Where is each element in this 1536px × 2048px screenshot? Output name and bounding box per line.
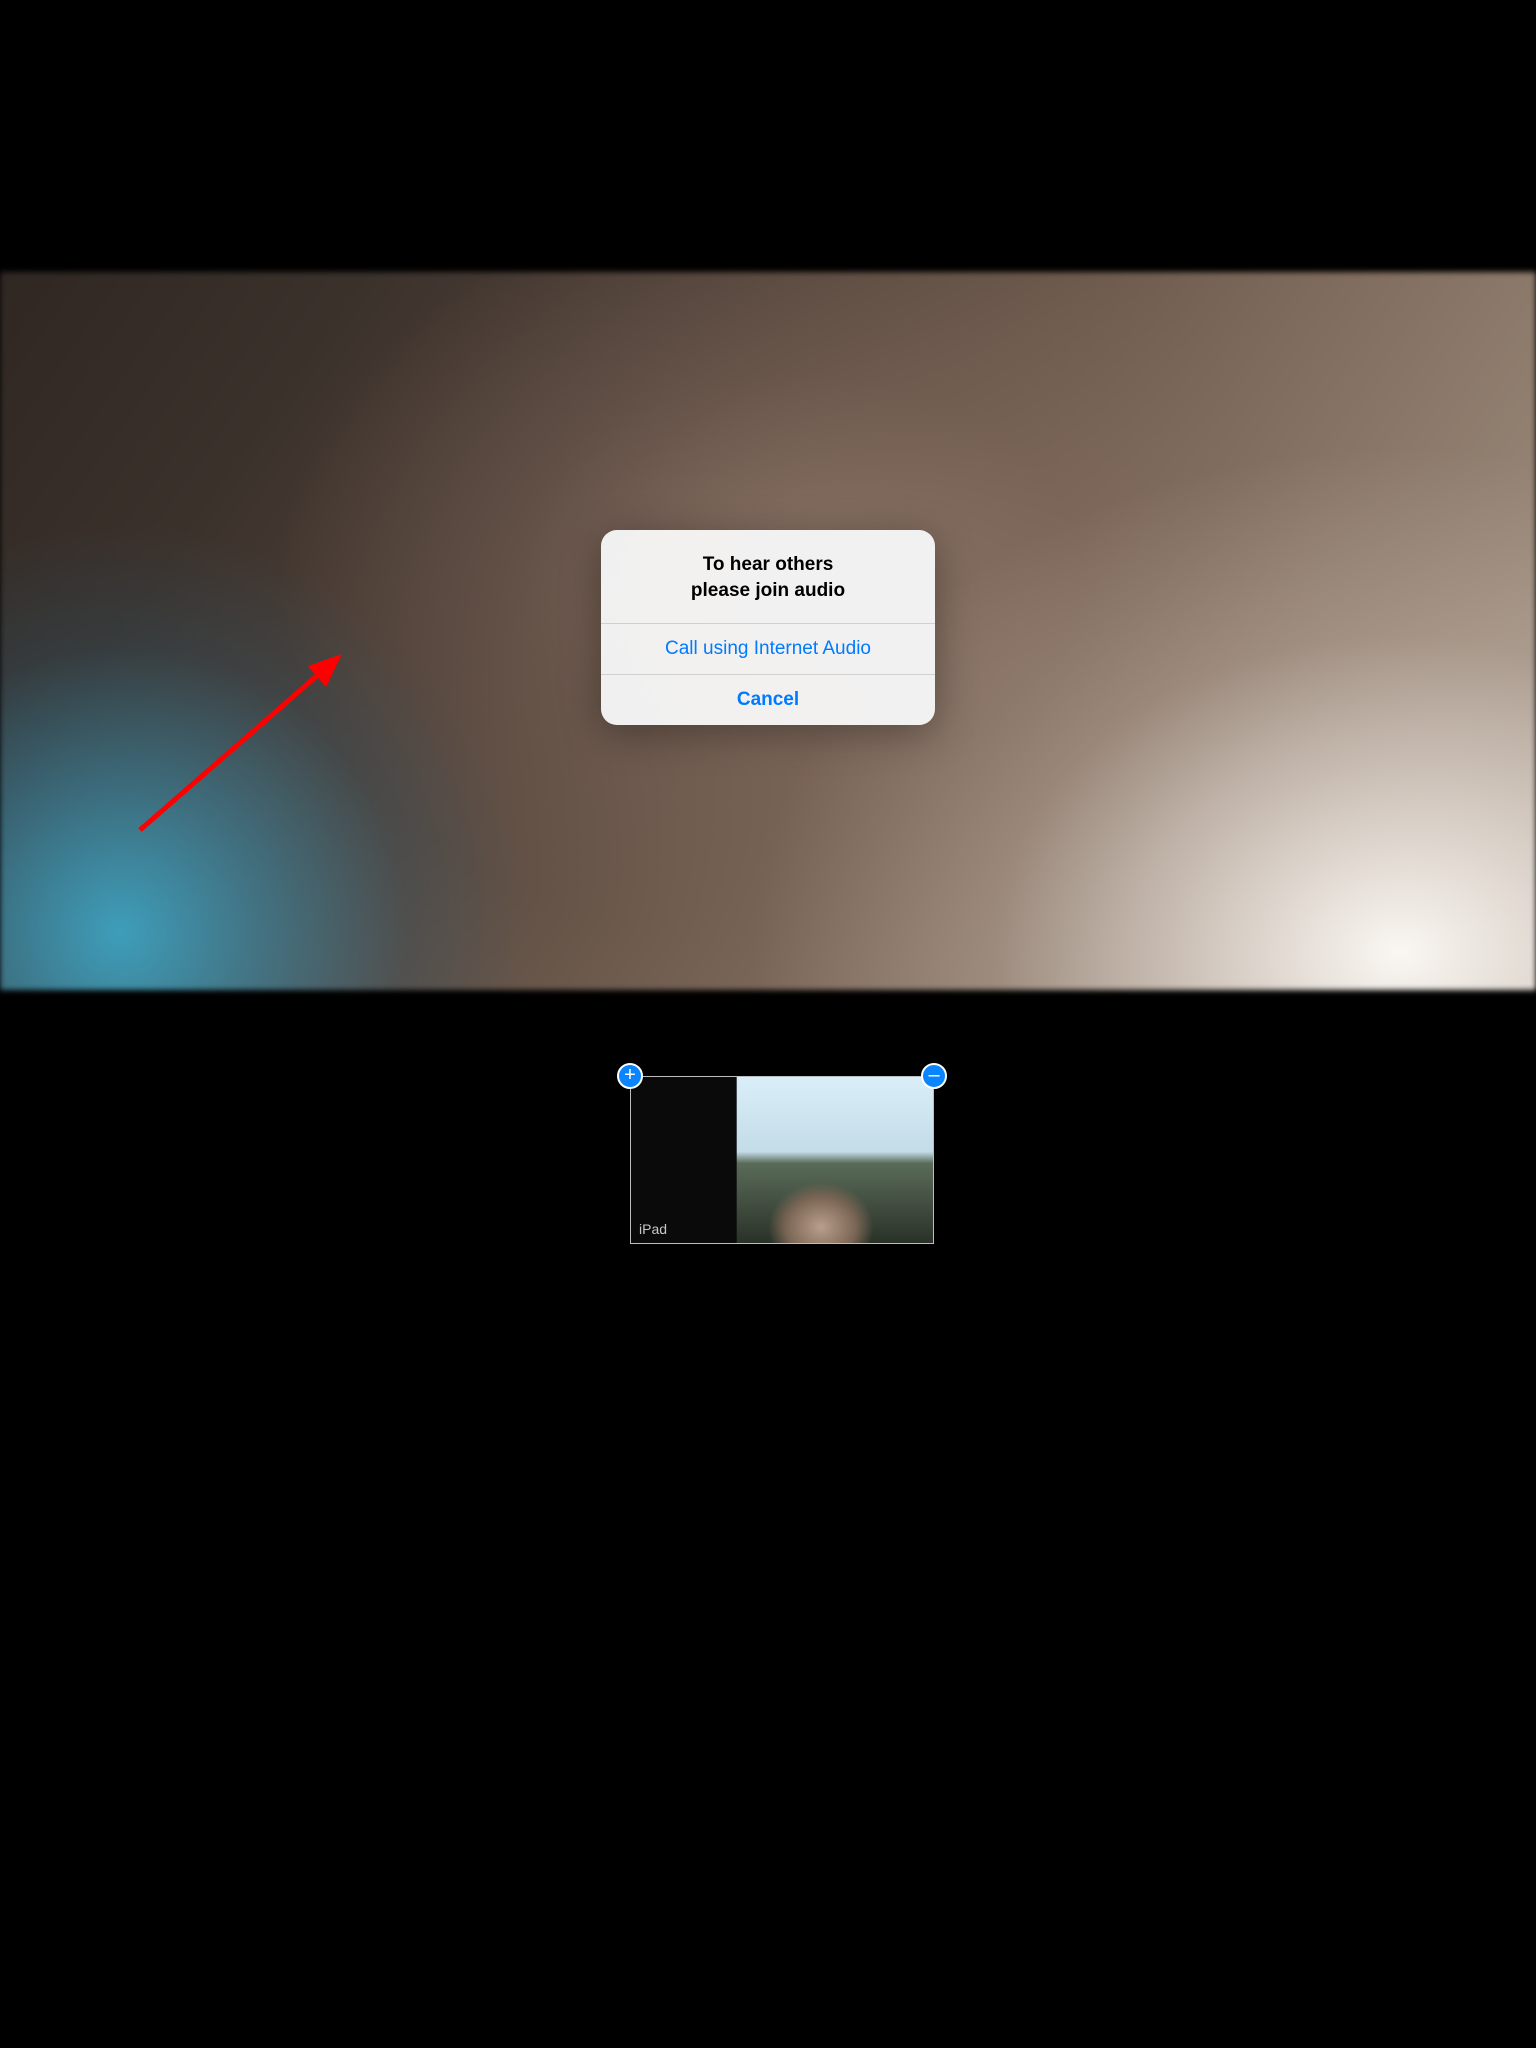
thumbnail-dark-region xyxy=(631,1077,737,1243)
thumbnail-device-label: iPad xyxy=(639,1221,667,1237)
audio-join-alert: To hear others please join audio Call us… xyxy=(601,530,935,725)
thumbnail-collapse-handle[interactable]: – xyxy=(921,1063,947,1089)
self-view-thumbnail[interactable]: iPad + – xyxy=(630,1076,934,1244)
cancel-button[interactable]: Cancel xyxy=(601,675,935,725)
alert-title: To hear others please join audio xyxy=(621,552,915,603)
thumbnail-expand-handle[interactable]: + xyxy=(617,1063,643,1089)
plus-icon: + xyxy=(624,1065,636,1085)
call-internet-audio-button[interactable]: Call using Internet Audio xyxy=(601,624,935,675)
minus-icon: – xyxy=(928,1065,939,1085)
alert-header: To hear others please join audio xyxy=(601,530,935,624)
